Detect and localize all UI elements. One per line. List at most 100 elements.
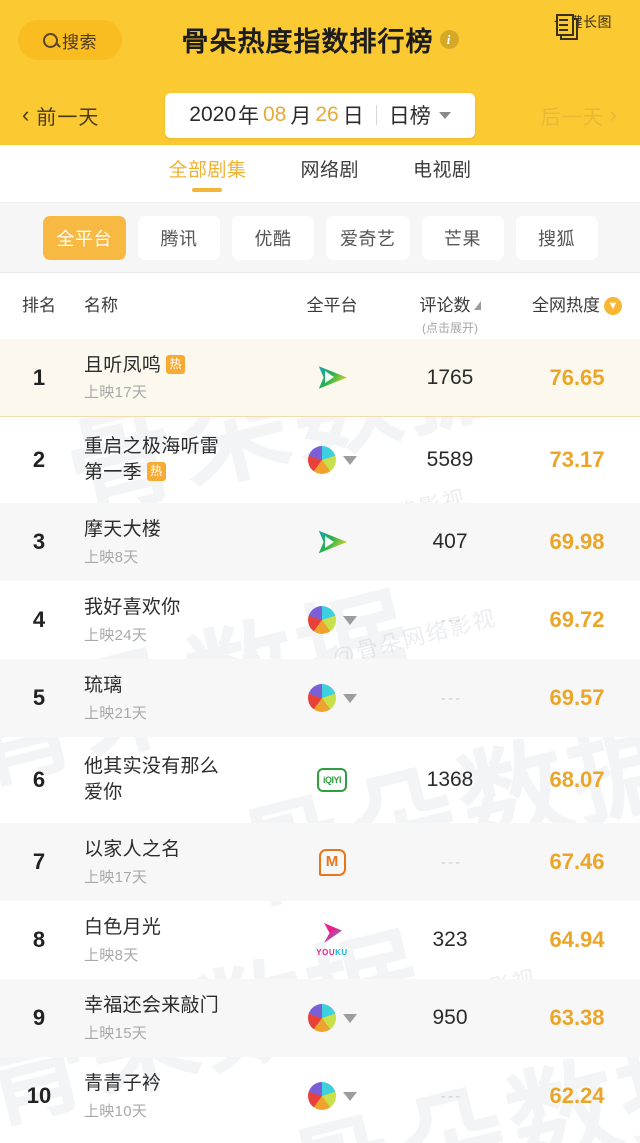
table-row[interactable]: 2 重启之极海听雷 第一季热 5589 73.17	[0, 417, 640, 503]
row-name-cell[interactable]: 摩天大楼 上映8天	[78, 517, 278, 567]
row-name-cell[interactable]: 幸福还会来敲门 上映15天	[78, 993, 278, 1043]
column-header-platform: 全平台	[306, 296, 358, 315]
chevron-down-icon[interactable]	[438, 111, 451, 119]
row-title: 我好喜欢你	[84, 597, 181, 619]
multi-platform-icon	[307, 1082, 336, 1110]
row-platform-cell[interactable]	[278, 1082, 386, 1110]
row-platform-cell[interactable]: YOUKU	[278, 923, 386, 957]
chip-tencent[interactable]: 腾讯	[138, 215, 220, 260]
period-label: 日榜	[388, 105, 431, 128]
row-platform-cell[interactable]: M	[278, 848, 386, 876]
row-platform-cell[interactable]	[278, 446, 386, 474]
date-year: 2020	[189, 103, 236, 126]
row-comments: - - -	[440, 689, 460, 707]
row-name-cell[interactable]: 青青子衿 上映10天	[78, 1071, 278, 1121]
tab-all-series[interactable]: 全部剧集	[168, 155, 246, 192]
caret-down-icon[interactable]	[342, 1091, 357, 1101]
chip-sohu[interactable]: 搜狐	[515, 215, 598, 260]
row-heat: 68.07	[549, 767, 605, 792]
row-subtitle: 上映8天	[84, 946, 139, 964]
search-icon	[43, 32, 58, 48]
row-comments: 407	[432, 530, 468, 553]
row-heat: 69.98	[549, 529, 605, 554]
row-subtitle: 上映24天	[84, 626, 148, 644]
row-name-cell[interactable]: 且听凤鸣热 上映17天	[78, 353, 278, 403]
row-rank: 6	[32, 767, 46, 792]
row-comments: - - -	[440, 1087, 460, 1105]
tencent-video-icon	[318, 530, 347, 554]
row-name-cell[interactable]: 白色月光 上映8天	[78, 915, 278, 965]
table-row[interactable]: 6 他其实没有那么 爱你 iQIYI 1368 68.07	[0, 737, 640, 823]
search-button[interactable]: 搜索	[18, 20, 122, 60]
column-header-rank: 排名	[22, 296, 56, 315]
row-rank: 1	[32, 364, 46, 390]
row-heat: 63.38	[549, 1005, 605, 1030]
table-row[interactable]: 3 摩天大楼 上映8天 407 69.98	[0, 503, 640, 581]
chip-youku[interactable]: 优酷	[232, 215, 314, 260]
row-title: 重启之极海听雷	[84, 436, 220, 458]
tab-tv-series[interactable]: 电视剧	[413, 155, 472, 192]
table-row[interactable]: 9 幸福还会来敲门 上映15天 950 63.38	[0, 979, 640, 1057]
table-row[interactable]: 1 且听凤鸣热 上映17天 1765 76.65	[0, 339, 640, 417]
row-title: 他其实没有那么	[84, 756, 220, 778]
chip-mango[interactable]: 芒果	[421, 215, 504, 260]
row-title: 以家人之名	[84, 839, 181, 861]
caret-down-icon[interactable]	[342, 455, 357, 465]
row-comments: - - -	[440, 611, 460, 629]
caret-down-icon[interactable]	[342, 615, 357, 625]
row-platform-cell[interactable]	[278, 528, 386, 556]
row-name-cell[interactable]: 我好喜欢你 上映24天	[78, 595, 278, 645]
multi-platform-icon	[307, 684, 336, 712]
chevron-right-icon: ›	[609, 102, 618, 127]
sort-descending-icon[interactable]: ▼	[604, 297, 622, 315]
column-header-heat[interactable]: 全网热度 ▼	[514, 291, 640, 316]
table-row[interactable]: 5 琉璃 上映21天 - - - 69.57	[0, 659, 640, 737]
info-icon[interactable]: i	[439, 30, 459, 49]
hot-badge: 热	[166, 354, 186, 374]
hot-badge: 热	[146, 462, 166, 481]
caret-down-icon[interactable]	[342, 1013, 357, 1023]
column-header-name: 名称	[84, 296, 118, 315]
previous-day-button[interactable]: ‹ 前一天	[22, 101, 99, 130]
row-rank: 3	[32, 529, 46, 554]
row-name-cell[interactable]: 他其实没有那么 爱你	[78, 754, 278, 805]
row-platform-cell[interactable]: iQIYI	[278, 768, 386, 792]
row-rank: 7	[32, 849, 46, 874]
column-header-heat-label: 全网热度	[532, 296, 600, 315]
row-platform-cell[interactable]	[278, 1004, 386, 1032]
row-title: 白色月光	[84, 917, 162, 939]
date-month-unit: 月	[290, 105, 312, 128]
chip-all-platforms[interactable]: 全平台	[42, 215, 126, 260]
row-title: 青青子衿	[84, 1073, 162, 1095]
row-platform-cell[interactable]	[278, 684, 386, 712]
date-navigation-bar: ‹ 前一天 2020 年 08 月 26 日 日榜 后一天 ›	[0, 85, 640, 145]
table-row[interactable]: 4 我好喜欢你 上映24天 - - - 69.72	[0, 581, 640, 659]
multi-platform-icon	[307, 1004, 336, 1032]
row-heat: 73.17	[549, 447, 605, 472]
chip-iqiyi[interactable]: 爱奇艺	[326, 215, 410, 260]
long-image-button[interactable]: 一键长图	[544, 12, 622, 40]
row-name-cell[interactable]: 重启之极海听雷 第一季热	[78, 434, 278, 485]
row-platform-cell[interactable]	[278, 606, 386, 634]
row-name-cell[interactable]: 以家人之名 上映17天	[78, 837, 278, 887]
next-day-label: 后一天	[540, 106, 604, 129]
platform-filter-bar: 全平台 腾讯 优酷 爱奇艺 芒果 搜狐	[0, 203, 640, 273]
caret-down-icon[interactable]	[342, 693, 357, 703]
row-comments: 1765	[426, 365, 474, 389]
row-comments: - - -	[440, 853, 460, 871]
chevron-left-icon: ‹	[22, 102, 31, 127]
column-header-comments[interactable]: 评论数 (点击展开)	[386, 291, 514, 336]
row-platform-cell[interactable]	[278, 364, 386, 392]
table-row[interactable]: 7 以家人之名 上映17天 M - - - 67.46	[0, 823, 640, 901]
date-selector[interactable]: 2020 年 08 月 26 日 日榜	[165, 92, 475, 138]
row-name-cell[interactable]: 琉璃 上映21天	[78, 673, 278, 723]
table-row[interactable]: 8 白色月光 上映8天 YOUKU 323 64.94	[0, 901, 640, 979]
sort-ascending-icon[interactable]	[473, 301, 481, 310]
tab-web-series[interactable]: 网络剧	[300, 155, 359, 192]
column-header-comments-hint: (点击展开)	[422, 321, 478, 335]
table-row[interactable]: 10 青青子衿 上映10天 - - - 62.24	[0, 1057, 640, 1135]
row-subtitle: 上映17天	[84, 868, 148, 886]
next-day-button[interactable]: 后一天 ›	[541, 101, 618, 130]
ranking-page: 搜索 骨朵热度指数排行榜 i 一键长图 ‹ 前一天 2020 年 08 月 26…	[0, 0, 640, 1143]
row-heat: 67.46	[549, 849, 605, 874]
